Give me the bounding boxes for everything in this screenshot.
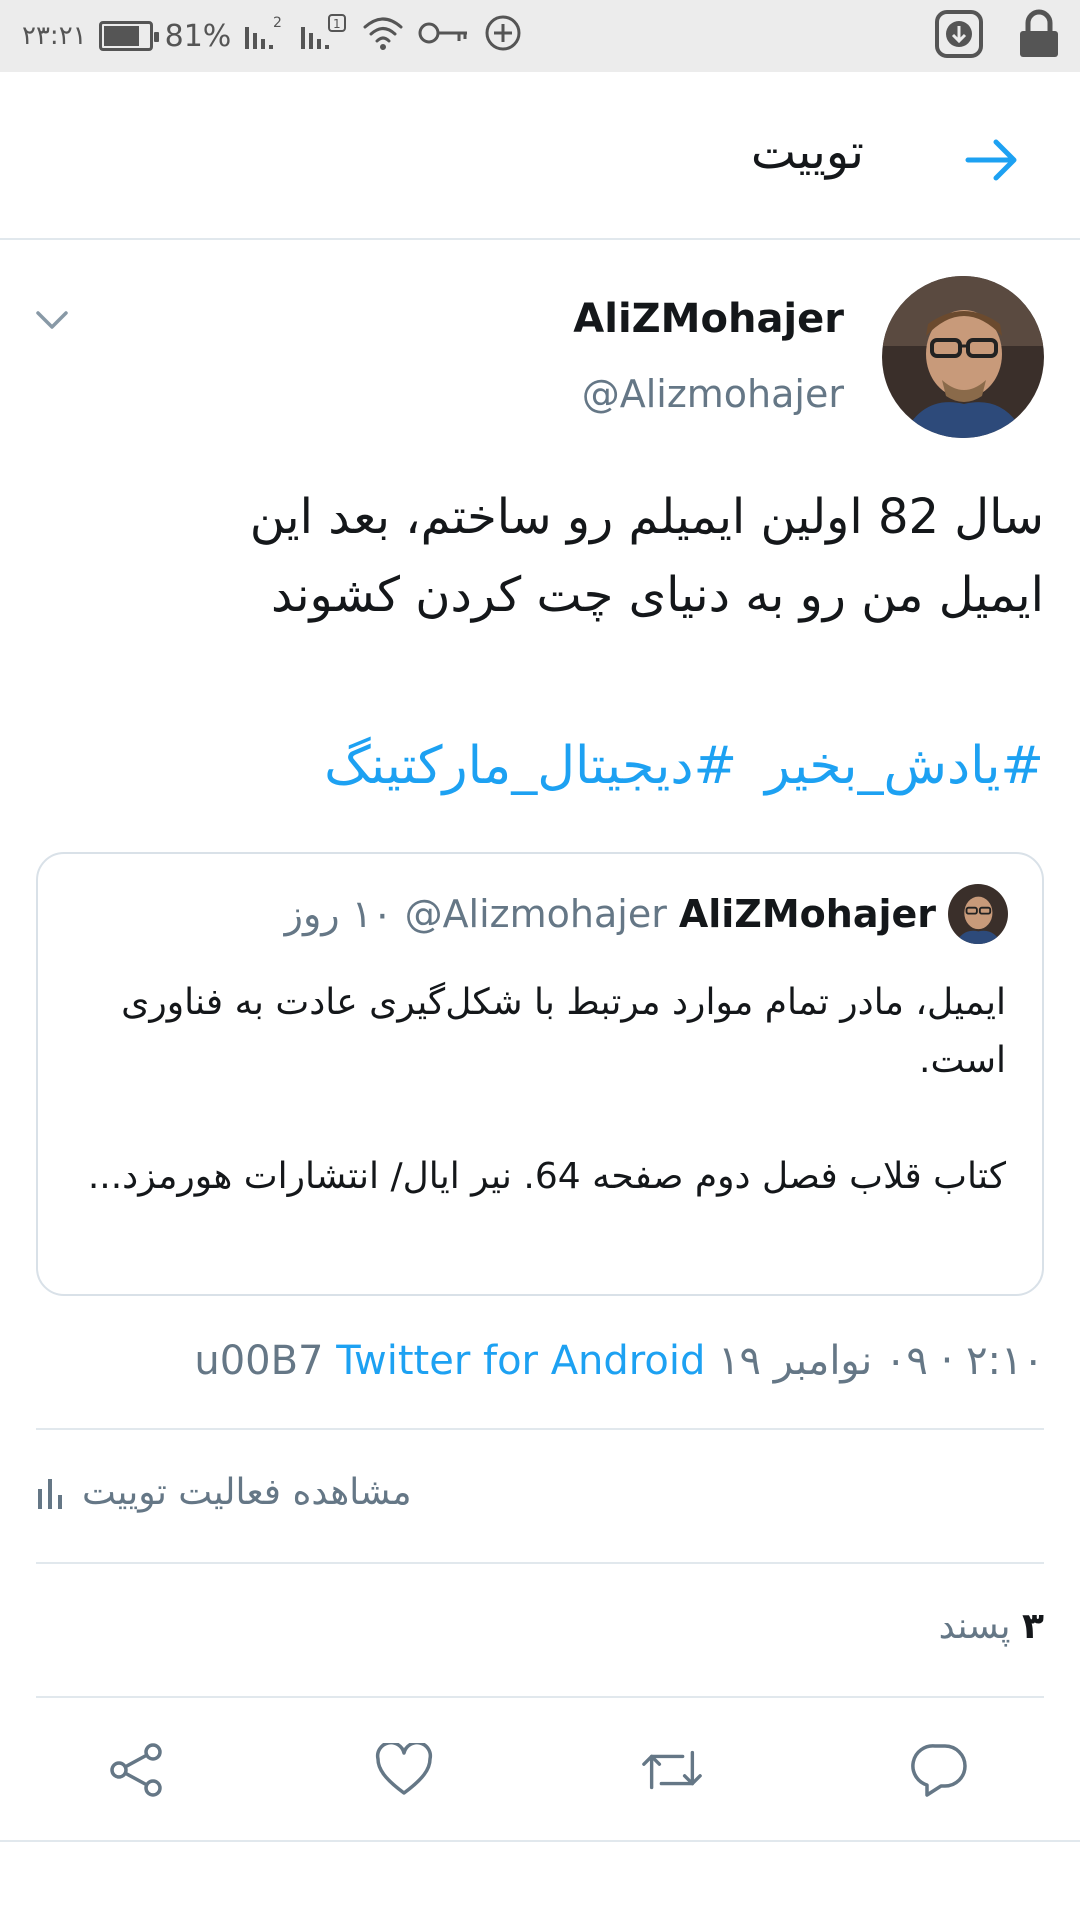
arrow-right-icon bbox=[965, 139, 1017, 181]
retweet-button[interactable] bbox=[640, 1738, 704, 1802]
battery-percent: 81% bbox=[164, 18, 232, 54]
tweet-meta: ۲:۱۰ · ۰۹ نوامبر ۱۹ u00B7 Twitter for An… bbox=[194, 1338, 1044, 1384]
battery-icon bbox=[98, 21, 159, 51]
tweet-text: سال 82 اولین ایمیلم رو ساختم، بعد این ای… bbox=[84, 478, 1044, 634]
tweet-text-line: سال 82 اولین ایمیلم رو ساختم، بعد این bbox=[249, 489, 1044, 545]
battery-fill bbox=[103, 26, 140, 46]
status-bar-right bbox=[934, 0, 1060, 72]
author-avatar[interactable] bbox=[882, 276, 1044, 438]
share-button[interactable] bbox=[104, 1738, 168, 1802]
signal-sim2-icon: 2 bbox=[243, 13, 287, 60]
app-header: توییت bbox=[0, 72, 1080, 240]
quoted-author-avatar bbox=[948, 884, 1008, 944]
quoted-paragraph: ایمیل، مادر تمام موارد مرتبط با شکل‌گیری… bbox=[121, 982, 1006, 1081]
likes-count[interactable]: ۳ پسند bbox=[939, 1606, 1044, 1647]
tweet-options-button[interactable] bbox=[28, 300, 76, 340]
quoted-author-handle: @Alizmohajer bbox=[404, 892, 667, 936]
hashtag-link[interactable]: #دیجیتال_مارکتینگ bbox=[324, 736, 737, 796]
tweet-timestamp: ۲:۱۰ · ۰۹ نوامبر ۱۹ bbox=[718, 1338, 1044, 1384]
like-button[interactable] bbox=[372, 1738, 436, 1802]
page-title: توییت bbox=[750, 124, 864, 180]
signal-sim1-icon: 1 bbox=[299, 13, 349, 60]
quoted-tweet-header: AliZMohajer @Alizmohajer ۱۰ روز bbox=[285, 884, 1008, 944]
vpn-key-icon bbox=[417, 17, 471, 56]
status-time: ۲۳:۲۱ bbox=[22, 21, 87, 51]
author-name[interactable]: AliZMohajer bbox=[573, 296, 844, 342]
download-icon bbox=[934, 9, 984, 63]
back-button[interactable] bbox=[956, 124, 1028, 196]
quoted-tweet-text: ایمیل، مادر تمام موارد مرتبط با شکل‌گیری… bbox=[66, 974, 1006, 1206]
tweet-hashtags: #یادش_بخیر #دیجیتال_مارکتینگ bbox=[44, 726, 1044, 806]
quoted-time-ago: ۱۰ روز bbox=[284, 892, 393, 936]
wifi-icon bbox=[361, 13, 405, 60]
meta-separator: u00B7 bbox=[194, 1338, 324, 1384]
tweet-text-line: ایمیل من رو به دنیای چت کردن کشوند bbox=[271, 567, 1044, 623]
status-bar-left: ۲۳:۲۱ 81% 2 1 bbox=[22, 0, 523, 72]
tweet-action-bar bbox=[0, 1700, 1080, 1836]
bar-chart-icon bbox=[38, 1478, 62, 1509]
status-bar: ۲۳:۲۱ 81% 2 1 bbox=[0, 0, 1080, 72]
share-icon bbox=[110, 1743, 162, 1797]
quoted-tweet-card[interactable]: AliZMohajer @Alizmohajer ۱۰ روز ایمیل، م… bbox=[36, 852, 1044, 1296]
divider bbox=[36, 1428, 1044, 1430]
view-tweet-activity-button[interactable]: مشاهده فعالیت توییت bbox=[36, 1472, 412, 1513]
reply-icon bbox=[911, 1744, 967, 1797]
divider bbox=[0, 1840, 1080, 1842]
heart-icon bbox=[375, 1743, 433, 1795]
quoted-paragraph: کتاب قلاب فصل دوم صفحه 64. نیر ایال/ انت… bbox=[87, 1156, 1006, 1197]
chevron-down-icon bbox=[36, 311, 68, 329]
hashtag-link[interactable]: #یادش_بخیر bbox=[765, 736, 1044, 796]
author-handle[interactable]: @Alizmohajer bbox=[582, 372, 844, 416]
quoted-author-name: AliZMohajer bbox=[678, 892, 936, 936]
retweet-icon bbox=[642, 1750, 702, 1790]
likes-number: ۳ bbox=[1022, 1606, 1044, 1647]
svg-text:1: 1 bbox=[333, 17, 341, 31]
svg-text:2: 2 bbox=[273, 15, 282, 31]
divider bbox=[36, 1696, 1044, 1698]
lock-icon bbox=[1018, 9, 1060, 63]
data-saver-icon bbox=[483, 13, 523, 60]
tweet-source-link[interactable]: Twitter for Android bbox=[336, 1338, 705, 1384]
likes-label: پسند bbox=[938, 1606, 1011, 1647]
tweet-activity-label: مشاهده فعالیت توییت bbox=[82, 1472, 412, 1513]
divider bbox=[36, 1562, 1044, 1564]
reply-button[interactable] bbox=[908, 1738, 972, 1802]
